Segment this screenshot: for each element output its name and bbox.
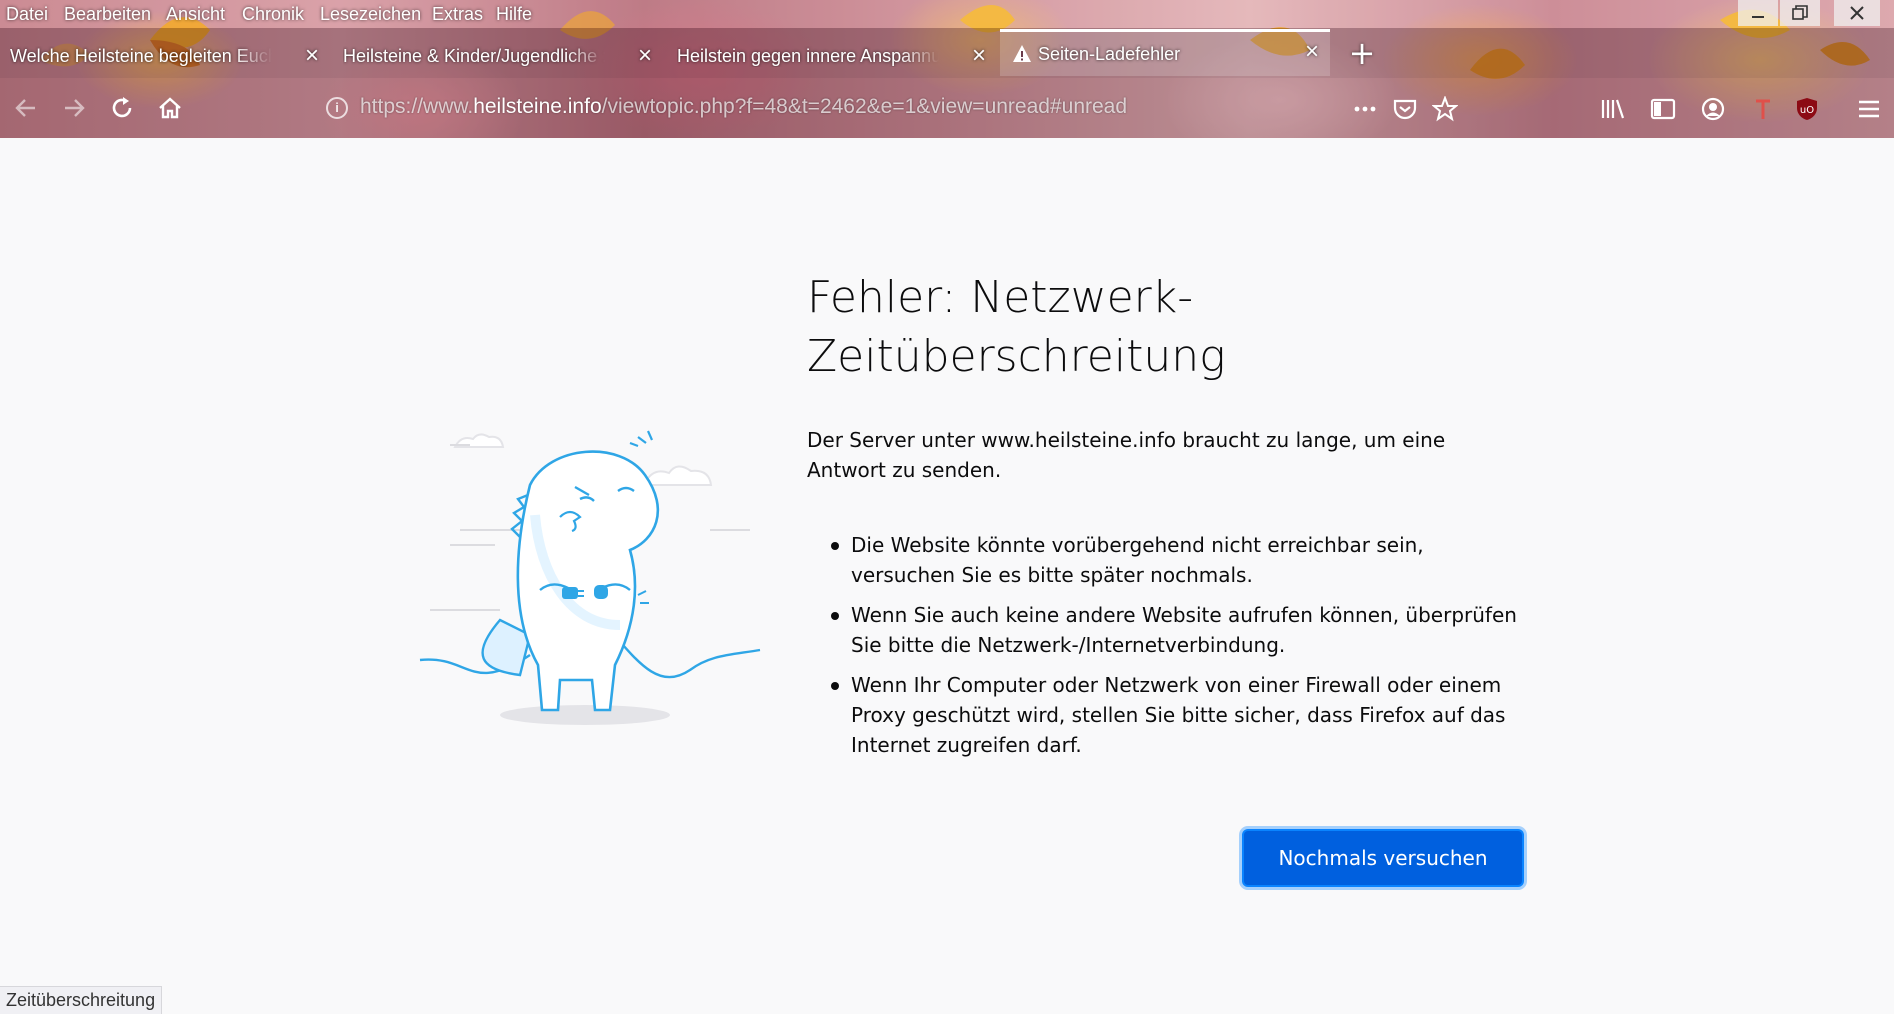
tab-close-icon[interactable]: × [1300, 38, 1324, 66]
account-icon [1701, 97, 1725, 121]
url-suffix: /viewtopic.php?f=48&t=2462&e=1&view=unre… [601, 95, 1128, 118]
back-arrow-icon [15, 99, 35, 117]
forward-arrow-icon [65, 99, 85, 117]
url-text[interactable]: https://www.heilsteine.info/viewtopic.ph… [360, 95, 1127, 119]
reload-icon [112, 97, 132, 118]
forward-button[interactable] [58, 92, 90, 124]
tab-close-icon[interactable]: × [633, 42, 657, 70]
pocket-icon [1393, 99, 1417, 120]
page-actions-button[interactable] [1350, 94, 1380, 124]
sidebar-icon [1650, 98, 1676, 120]
status-bar: Zeitüberschreitung [0, 986, 163, 1014]
ublock-button[interactable]: uO [1792, 94, 1822, 124]
list-item: Die Website könnte vorübergehend nicht e… [807, 530, 1527, 590]
svg-text:uO: uO [1800, 105, 1814, 116]
url-bar[interactable]: i https://www.heilsteine.info/viewtopic.… [320, 91, 1470, 125]
menu-bar: Datei Bearbeiten Ansicht Chronik Lesezei… [0, 0, 1894, 28]
star-icon [1432, 96, 1458, 122]
close-icon [1850, 6, 1864, 20]
tab-label: Heilsteine & Kinder/Jugendliche : H [343, 45, 605, 66]
tab-close-icon[interactable]: × [967, 42, 991, 70]
tab-close-icon[interactable]: × [300, 42, 324, 70]
tab-heilstein-anspannung[interactable]: Heilstein gegen innere Anspannung × [667, 36, 997, 76]
library-button[interactable] [1598, 94, 1628, 124]
minimize-icon [1752, 16, 1764, 18]
home-button[interactable] [154, 92, 186, 124]
bookmark-star-button[interactable] [1430, 94, 1460, 124]
menu-lesezeichen[interactable]: Lesezeichen [320, 4, 421, 25]
error-title-line1: Fehler: Netzwerk- [807, 272, 1194, 323]
account-button[interactable] [1698, 94, 1728, 124]
restore-button[interactable] [1780, 0, 1820, 26]
retry-button[interactable]: Nochmals versuchen [1244, 831, 1522, 885]
extension-button[interactable] [1748, 94, 1778, 124]
library-icon [1601, 99, 1625, 119]
menu-hilfe[interactable]: Hilfe [496, 4, 532, 25]
tab-label: Welche Heilsteine begleiten Euch : [10, 45, 272, 66]
site-info-icon[interactable]: i [326, 97, 348, 119]
reload-button[interactable] [106, 92, 138, 124]
extension-t-icon [1756, 99, 1770, 119]
tab-seiten-ladefehler[interactable]: Seiten-Ladefehler × [1000, 29, 1330, 76]
home-icon [159, 97, 181, 119]
url-domain: heilsteine.info [473, 95, 602, 118]
error-illustration [410, 425, 770, 735]
list-item: Wenn Sie auch keine andere Website aufru… [807, 600, 1527, 660]
back-button[interactable] [10, 92, 42, 124]
hamburger-menu-icon [1859, 100, 1879, 118]
main-menu-button[interactable] [1854, 94, 1884, 124]
menu-bearbeiten[interactable]: Bearbeiten [64, 4, 151, 25]
tab-heilsteine-begleiten[interactable]: Welche Heilsteine begleiten Euch : × [0, 36, 330, 76]
sidebar-button[interactable] [1648, 94, 1678, 124]
window-close-button[interactable] [1834, 0, 1880, 26]
menu-chronik[interactable]: Chronik [242, 4, 304, 25]
error-suggestions-list: Die Website könnte vorübergehend nicht e… [807, 530, 1527, 770]
error-description: Der Server unter www.heilsteine.info bra… [807, 428, 1446, 482]
browser-chrome: Datei Bearbeiten Ansicht Chronik Lesezei… [0, 0, 1894, 138]
tab-heilsteine-kinder[interactable]: Heilsteine & Kinder/Jugendliche : H × [333, 36, 663, 76]
error-title-line2: Zeitüberschreitung [807, 331, 1226, 382]
url-prefix: https://www. [360, 95, 474, 118]
list-item: Wenn Ihr Computer oder Netzwerk von eine… [807, 670, 1527, 760]
ublock-shield-icon: uO [1797, 98, 1817, 120]
menu-ansicht[interactable]: Ansicht [166, 4, 225, 25]
minimize-button[interactable] [1738, 0, 1778, 26]
tab-label: Heilstein gegen innere Anspannung [677, 45, 939, 66]
new-tab-button[interactable]: + [1344, 36, 1380, 72]
pocket-button[interactable] [1390, 94, 1420, 124]
error-title: Fehler: Netzwerk- Zeitüberschreitung [807, 268, 1367, 386]
dinosaur-unplugged-illustration [419, 430, 761, 725]
menu-extras[interactable]: Extras [432, 4, 483, 25]
restore-icon [1792, 5, 1808, 20]
menu-datei[interactable]: Datei [6, 4, 48, 25]
more-dots-icon [1354, 106, 1376, 112]
tab-label: Seiten-Ladefehler [1038, 43, 1181, 64]
